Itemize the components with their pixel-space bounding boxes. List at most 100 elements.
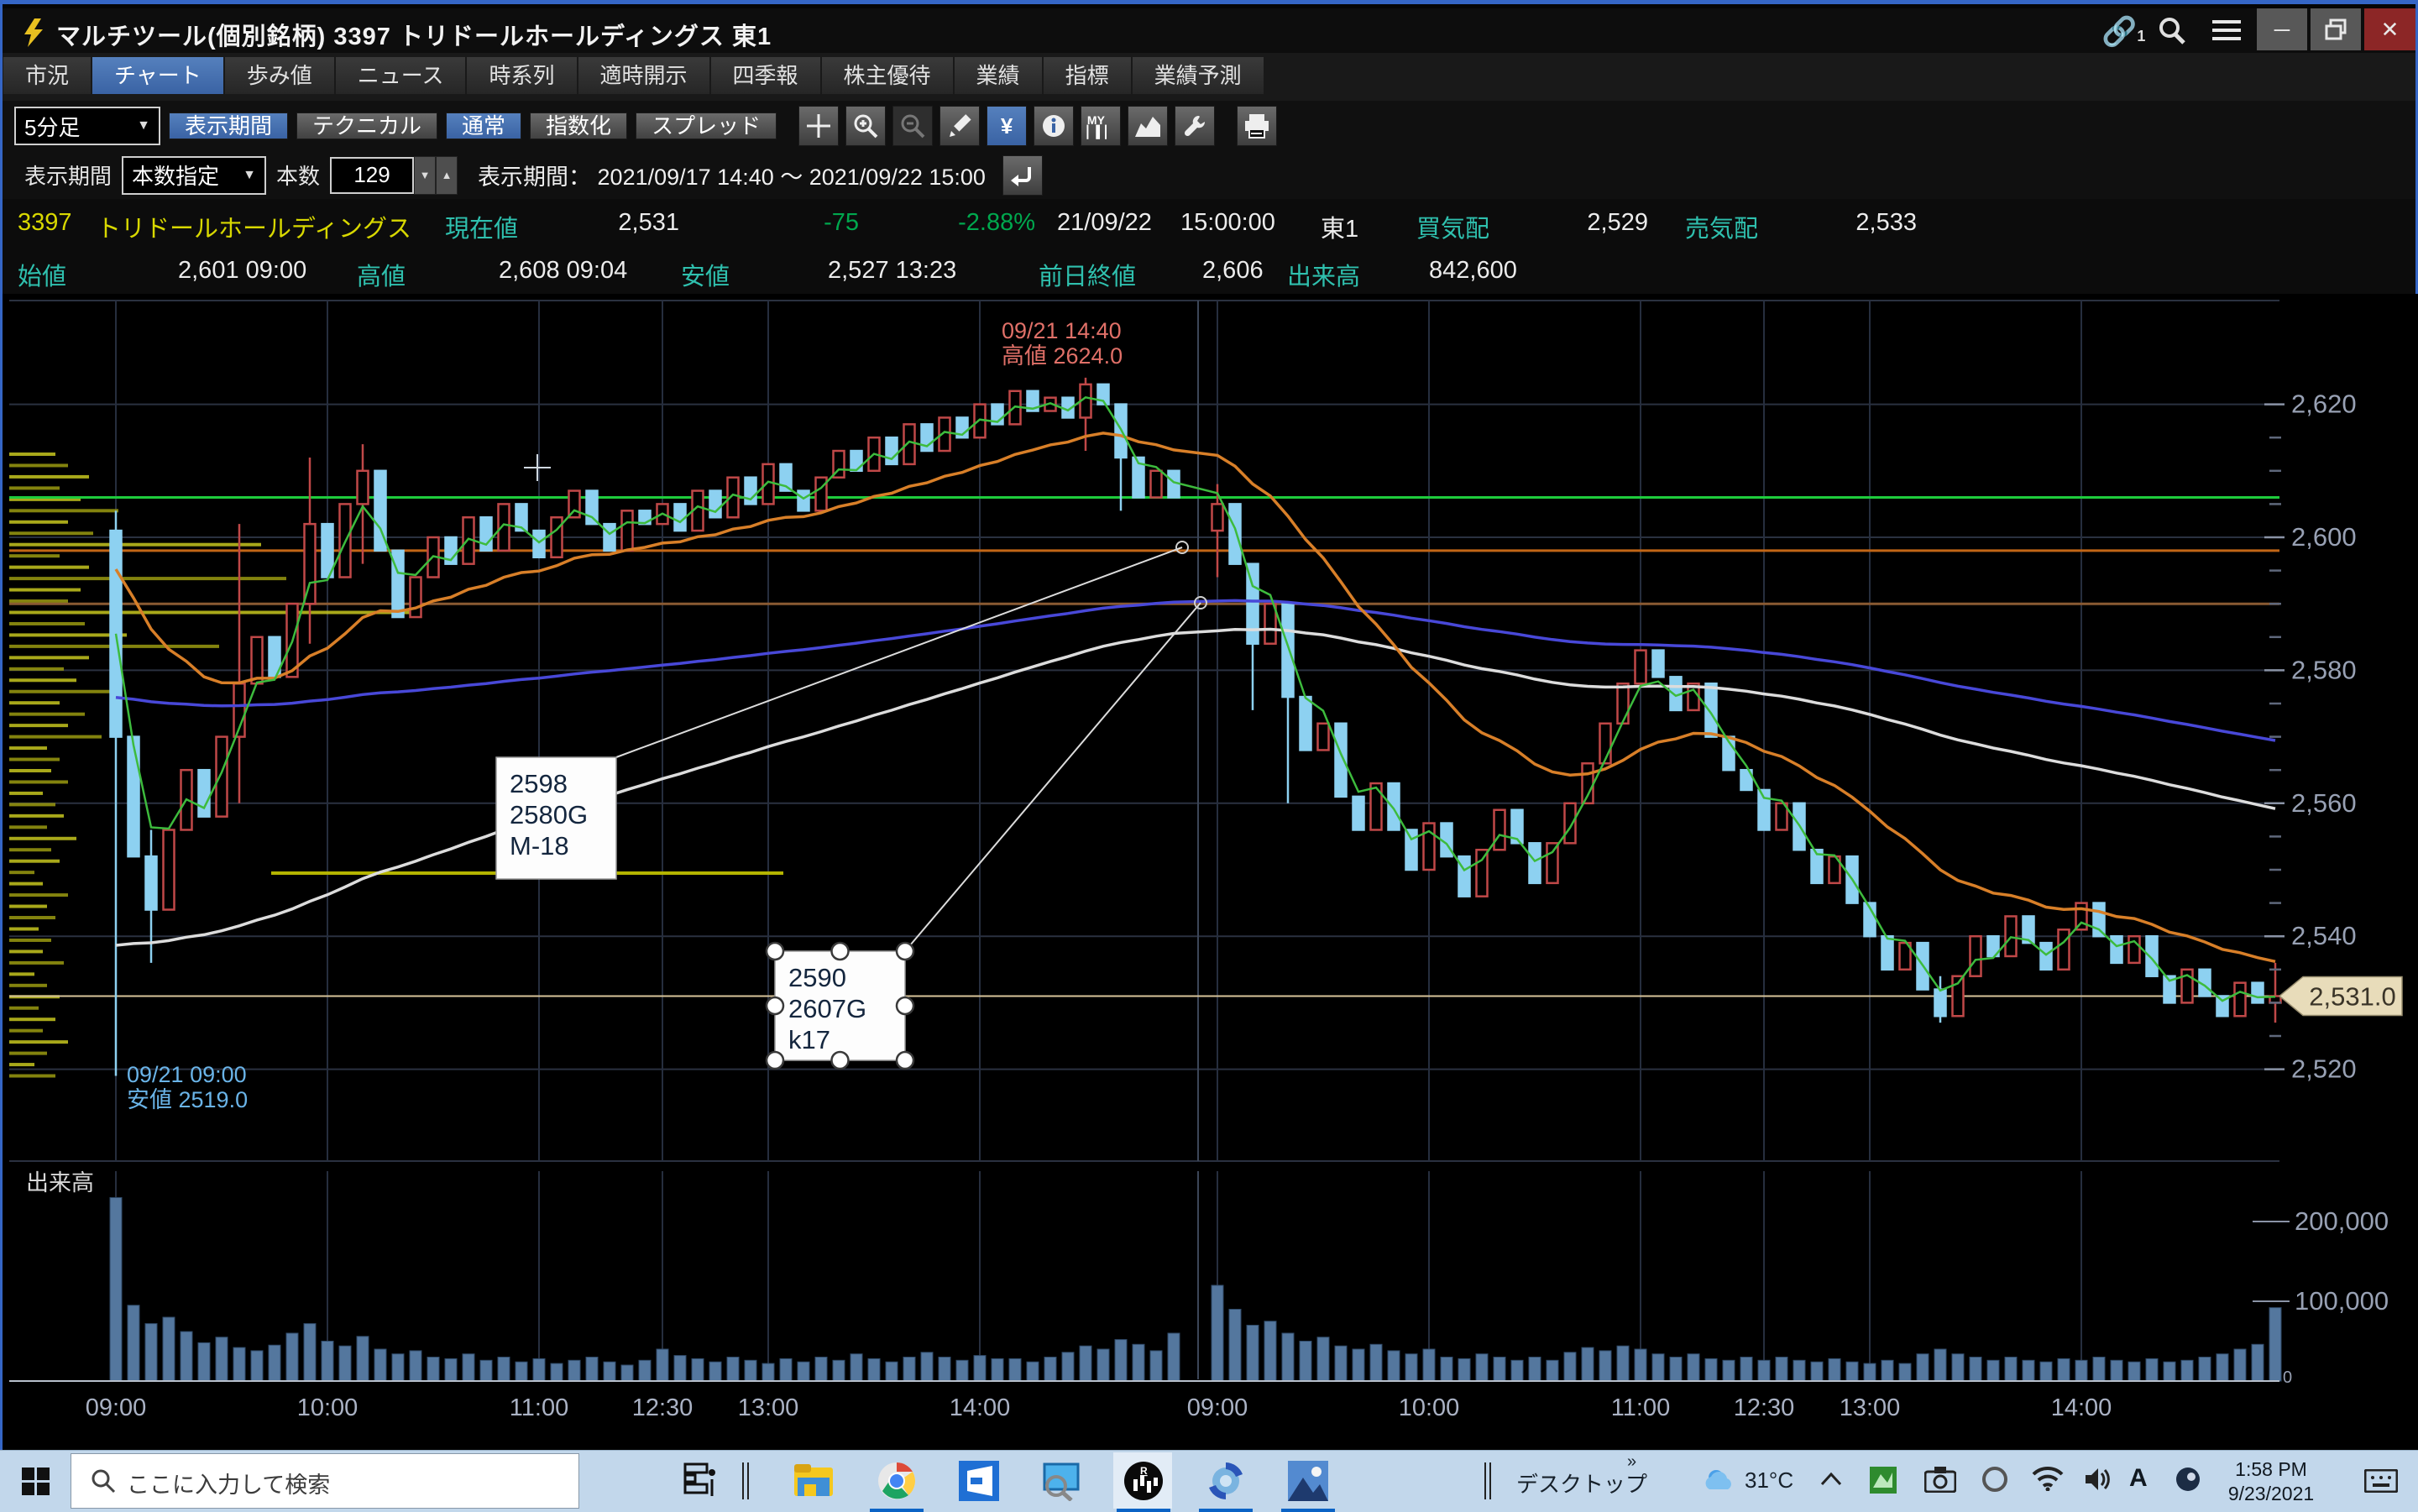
- minimize-button[interactable]: ─: [2257, 8, 2307, 50]
- tab-業績予測[interactable]: 業績予測: [1133, 57, 1264, 94]
- selection-handle[interactable]: [767, 997, 783, 1014]
- interval-dropdown[interactable]: 5分足▼: [14, 107, 160, 145]
- area-chart-button[interactable]: [1128, 106, 1168, 146]
- svg-text:2,580: 2,580: [2291, 655, 2357, 684]
- toolbar-button-テクニカル[interactable]: テクニカル: [296, 112, 437, 139]
- svg-text:100,000: 100,000: [2295, 1286, 2389, 1316]
- temperature-label[interactable]: 31°C: [1745, 1468, 1793, 1494]
- selection-handle[interactable]: [832, 1052, 849, 1069]
- volume-pane: 200,000100,0000出来高: [9, 1170, 2389, 1387]
- annotation-textbox-2[interactable]: 25902607Gk17: [767, 597, 1206, 1069]
- my-indicator-button[interactable]: MY▏▍▏: [1081, 106, 1121, 146]
- tab-歩み値[interactable]: 歩み値: [225, 57, 334, 94]
- selection-handle[interactable]: [767, 943, 783, 960]
- tab-株主優待[interactable]: 株主優待: [822, 57, 953, 94]
- return-arrow-icon: [1011, 164, 1034, 187]
- close-button[interactable]: ✕: [2364, 8, 2415, 50]
- crosshair-button[interactable]: [798, 106, 839, 146]
- candles[interactable]: [111, 378, 2281, 1076]
- svg-text:2590: 2590: [788, 963, 846, 992]
- quote-chg: -75: [699, 209, 859, 237]
- svg-text:2,520: 2,520: [2291, 1054, 2357, 1084]
- taskbar-separator: [742, 1462, 744, 1499]
- selection-handle[interactable]: [767, 1052, 783, 1069]
- tab-業績[interactable]: 業績: [955, 57, 1042, 94]
- bar-count-input[interactable]: 129: [330, 157, 414, 194]
- toolbar-button-スプレッド[interactable]: スプレッド: [636, 112, 777, 139]
- search-icon[interactable]: [2156, 15, 2188, 47]
- svg-text:2,560: 2,560: [2291, 788, 2357, 818]
- selection-handle[interactable]: [897, 943, 913, 960]
- wrench-button[interactable]: [1175, 106, 1215, 146]
- toolbar-button-指数化[interactable]: 指数化: [530, 112, 627, 139]
- current-price-tag: 2,531.0: [2279, 976, 2402, 1015]
- chart-area[interactable]: 2,6202,6002,5802,5602,5402,52009/21 14:4…: [3, 294, 2418, 1452]
- quote-bid_label: 買気配: [1416, 209, 1489, 244]
- toolbar-button-表示期間[interactable]: 表示期間: [169, 112, 288, 139]
- candlestick-chart[interactable]: 2,6202,6002,5802,5602,5402,52009/21 14:4…: [3, 294, 2418, 1452]
- svg-text:11:00: 11:00: [1611, 1394, 1670, 1421]
- screen-capture-icon[interactable]: [1041, 1461, 1083, 1501]
- svg-text:09/21 14:40: 09/21 14:40: [1002, 318, 1122, 343]
- tab-四季報[interactable]: 四季報: [711, 57, 820, 94]
- zoom-out-button[interactable]: [892, 106, 933, 146]
- night-light-tray-icon[interactable]: [2175, 1466, 2201, 1493]
- wifi-icon[interactable]: [2032, 1466, 2064, 1491]
- selection-handle[interactable]: [897, 997, 913, 1014]
- tray-expand-chevron-icon[interactable]: [1820, 1471, 1842, 1486]
- link-badge: 1: [2137, 28, 2145, 44]
- count-up-button[interactable]: ▲: [436, 156, 458, 195]
- camera-tray-icon[interactable]: [1924, 1466, 1956, 1493]
- annotation-textbox-1[interactable]: 25982580GM-18: [496, 541, 1188, 879]
- pencil-button[interactable]: [939, 106, 980, 146]
- zoom-in-button[interactable]: [845, 106, 886, 146]
- count-down-button[interactable]: ▼: [414, 156, 436, 195]
- taskbar-clock[interactable]: 1:58 PM 9/23/2021: [2208, 1457, 2334, 1506]
- yen-button[interactable]: ¥: [987, 106, 1027, 146]
- restore-button[interactable]: [2311, 8, 2361, 50]
- info-button[interactable]: [1034, 106, 1074, 146]
- tab-市況[interactable]: 市況: [3, 57, 91, 94]
- notification-tray-icon[interactable]: [2364, 1469, 2398, 1493]
- selection-handle[interactable]: [897, 1052, 913, 1069]
- reset-range-button[interactable]: [1002, 155, 1043, 196]
- svg-text:2,600: 2,600: [2291, 522, 2357, 552]
- toolbar-overflow-chevron[interactable]: »: [1627, 1452, 1636, 1472]
- file-explorer-icon[interactable]: [793, 1461, 835, 1499]
- onedrive-tray-icon[interactable]: [1981, 1466, 2008, 1493]
- gpu-tray-icon[interactable]: [1869, 1466, 1897, 1494]
- stock-app-icon[interactable]: R: [1123, 1461, 1164, 1501]
- svg-text:R: R: [1140, 1465, 1148, 1477]
- taskbar-search-input[interactable]: ここに入力して検索: [71, 1453, 579, 1509]
- media-app-icon[interactable]: [1206, 1461, 1246, 1501]
- photos-app-icon[interactable]: [1288, 1461, 1328, 1501]
- hamburger-menu-icon[interactable]: [2212, 20, 2241, 45]
- store-tile-icon[interactable]: [959, 1461, 999, 1501]
- weather-icon[interactable]: [1704, 1466, 1738, 1496]
- tab-時系列[interactable]: 時系列: [467, 57, 576, 94]
- svg-text:2580G: 2580G: [510, 800, 588, 829]
- desktop-toolbar-label[interactable]: デスクトップ: [1516, 1468, 1647, 1499]
- chrome-icon[interactable]: [877, 1461, 917, 1501]
- start-button[interactable]: [22, 1468, 50, 1496]
- title-bar[interactable]: マルチツール(個別銘柄) 3397 トリドールホールディングス 東1 🔗1 ─ …: [3, 8, 2415, 53]
- tab-ニュース[interactable]: ニュース: [336, 57, 466, 94]
- link-group-icon[interactable]: 🔗1: [2101, 15, 2145, 49]
- count-mode-dropdown[interactable]: 本数指定▼: [122, 156, 266, 195]
- tab-チャート[interactable]: チャート: [92, 57, 223, 94]
- running-indicator: [870, 1509, 924, 1512]
- tab-適時開示[interactable]: 適時開示: [578, 57, 709, 94]
- svg-text:2,531.0: 2,531.0: [2309, 981, 2395, 1011]
- selection-handle[interactable]: [832, 943, 849, 960]
- printer-button[interactable]: [1237, 106, 1277, 146]
- chevron-down-icon: ▼: [243, 168, 256, 183]
- svg-text:0: 0: [2283, 1368, 2292, 1387]
- task-view-button[interactable]: [682, 1461, 719, 1498]
- svg-text:k17: k17: [788, 1025, 830, 1054]
- svg-text:2,620: 2,620: [2291, 390, 2357, 419]
- toolbar-button-通常[interactable]: 通常: [446, 112, 521, 139]
- desktop-root: マルチツール(個別銘柄) 3397 トリドールホールディングス 東1 🔗1 ─ …: [0, 0, 2418, 1511]
- tab-指標[interactable]: 指標: [1044, 57, 1131, 94]
- ime-mode-indicator[interactable]: A: [2129, 1464, 2148, 1493]
- speaker-icon[interactable]: [2084, 1466, 2112, 1493]
